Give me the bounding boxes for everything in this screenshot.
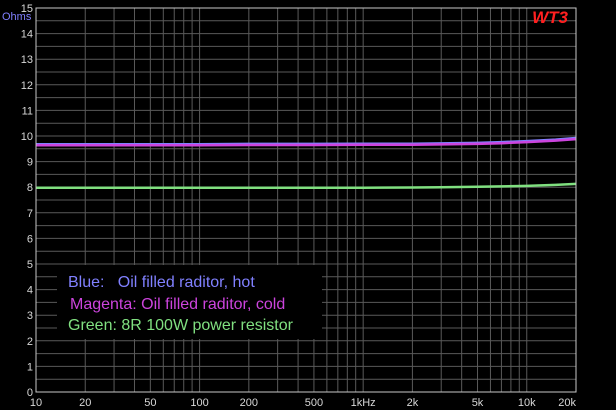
x-tick-label: 20 xyxy=(79,397,91,409)
y-tick-label: 14 xyxy=(21,29,33,41)
wt3-badge: WT3 xyxy=(532,8,568,27)
y-tick-label: 4 xyxy=(27,285,33,297)
y-tick-label: 3 xyxy=(27,310,33,322)
x-tick-label: 100 xyxy=(190,397,208,409)
x-tick-label: 200 xyxy=(240,397,258,409)
y-tick-label: 2 xyxy=(27,336,33,348)
impedance-chart: 0123456789101112131415 10 20 50 100 200 500 1k… xyxy=(0,0,616,410)
x-tick-label: 50 xyxy=(144,397,156,409)
x-tick-label: 5k xyxy=(472,397,484,409)
y-tick-label: 10 xyxy=(21,131,33,143)
legend-entry-1: Blue: Oil filled raditor, hot xyxy=(68,274,255,291)
y-tick-label: 9 xyxy=(27,157,33,169)
y-tick-label: 1 xyxy=(27,361,33,373)
x-tick-label: 10 xyxy=(30,397,42,409)
x-tick-label: 2k xyxy=(407,397,419,409)
y-tick-label: 7 xyxy=(27,208,33,220)
y-tick-label: 5 xyxy=(27,259,33,271)
x-tick-label: 500 xyxy=(305,397,323,409)
x-tick-label: 1kHz xyxy=(351,397,376,409)
legend-entry-2: Magenta: Oil filled raditor, cold xyxy=(70,296,285,313)
x-tick-label: 10k xyxy=(518,397,536,409)
legend: Blue: Oil filled raditor, hot Magenta: Oi… xyxy=(57,265,322,339)
y-unit-label: Ohms xyxy=(2,11,32,23)
legend-entry-3: Green: 8R 100W power resistor xyxy=(68,317,294,334)
y-tick-label: 13 xyxy=(21,54,33,66)
x-tick-label: 20k xyxy=(558,397,576,409)
chart-background xyxy=(0,0,616,410)
y-tick-label: 12 xyxy=(21,80,33,92)
y-tick-label: 6 xyxy=(27,233,33,245)
y-tick-label: 11 xyxy=(22,105,33,117)
y-tick-label: 8 xyxy=(27,182,33,194)
